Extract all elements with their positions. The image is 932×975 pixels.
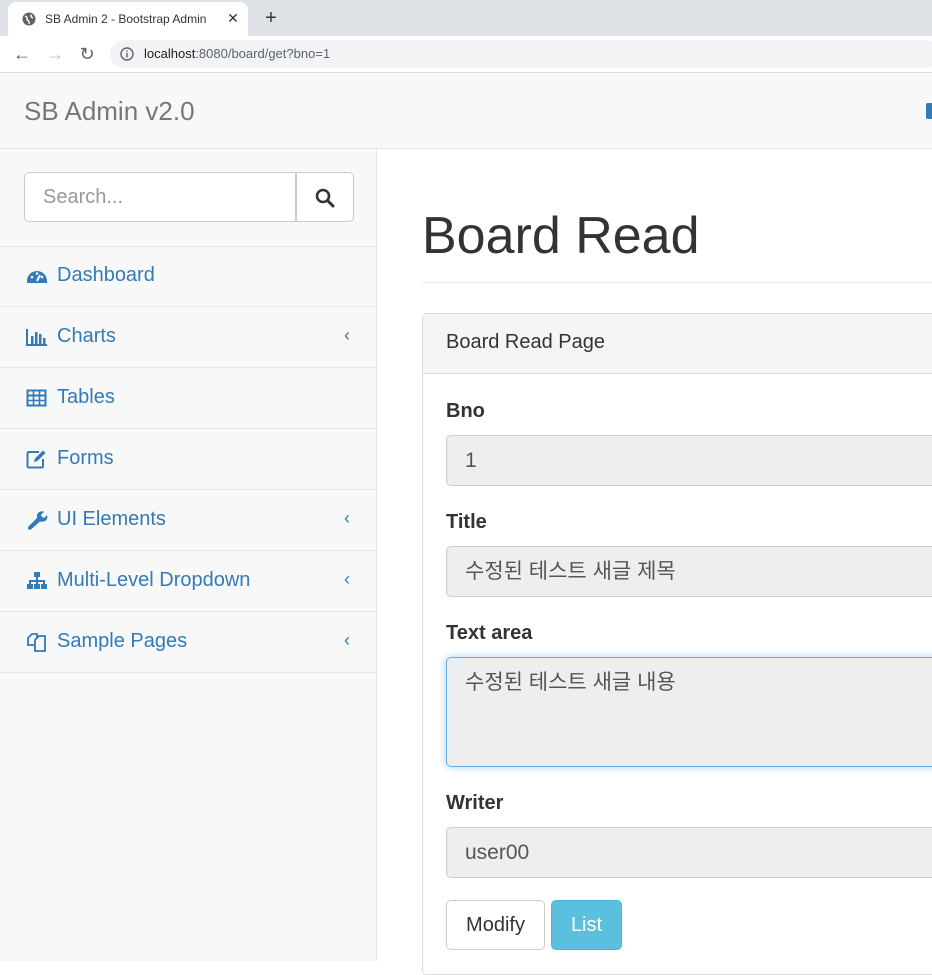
panel-heading: Board Read Page	[423, 314, 932, 374]
sidebar-item-label: Dashboard	[57, 264, 155, 286]
back-arrow-icon[interactable]: ←	[12, 44, 32, 64]
search-input[interactable]	[24, 172, 296, 222]
sidebar-item-sample-pages[interactable]: Sample Pages ‹	[0, 612, 376, 673]
tab-title: SB Admin 2 - Bootstrap Admin	[45, 12, 207, 26]
top-navbar: SB Admin v2.0	[0, 73, 932, 149]
close-tab-icon[interactable]: ✕	[226, 11, 240, 25]
title-label: Title	[446, 511, 487, 533]
address-bar[interactable]: localhost:8080/board/get?bno=1	[110, 40, 932, 68]
title-field[interactable]: 수정된 테스트 새글 제목	[446, 546, 932, 597]
envelope-icon[interactable]	[926, 103, 932, 119]
url-text: localhost:8080/board/get?bno=1	[144, 46, 330, 61]
writer-field[interactable]: user00	[446, 827, 932, 878]
browser-tab-strip: SB Admin 2 - Bootstrap Admin ✕ +	[0, 0, 932, 36]
reload-icon[interactable]: ↻	[77, 44, 97, 64]
edit-icon	[26, 450, 46, 469]
sidebar-item-multi-level-dropdown[interactable]: Multi-Level Dropdown ‹	[0, 551, 376, 612]
sidebar-item-ui-elements[interactable]: UI Elements ‹	[0, 490, 376, 551]
writer-label: Writer	[446, 792, 504, 814]
sidebar: Dashboard Charts ‹ Tables	[0, 149, 377, 961]
sidebar-item-charts[interactable]: Charts ‹	[0, 307, 376, 368]
page-wrapper: Board Read Board Read Page Bno 1 Title 수…	[377, 149, 932, 975]
bno-field[interactable]: 1	[446, 435, 932, 486]
globe-icon	[22, 12, 36, 26]
sidebar-item-forms[interactable]: Forms	[0, 429, 376, 490]
new-tab-icon[interactable]: +	[262, 8, 280, 28]
chevron-left-icon: ‹	[344, 569, 350, 589]
table-icon	[26, 389, 47, 407]
sidebar-item-label: Forms	[57, 447, 114, 469]
content-textarea[interactable]: 수정된 테스트 새글 내용	[446, 657, 932, 767]
url-path: :8080/board/get?bno=1	[195, 46, 331, 61]
board-read-panel: Board Read Page Bno 1 Title 수정된 테스트 새글 제…	[422, 313, 932, 975]
search-icon	[315, 188, 335, 208]
bar-chart-icon	[26, 329, 47, 346]
content-label: Text area	[446, 622, 533, 644]
sitemap-icon	[27, 572, 47, 589]
info-icon	[120, 47, 134, 61]
modify-button[interactable]: Modify	[446, 900, 545, 950]
sidebar-item-label: Tables	[57, 386, 115, 408]
sidebar-item-dashboard[interactable]: Dashboard	[0, 246, 376, 307]
dashboard-icon	[27, 271, 47, 283]
files-icon	[27, 633, 46, 652]
forward-arrow-icon[interactable]: →	[45, 44, 65, 64]
sidebar-item-label: Sample Pages	[57, 630, 188, 652]
sidebar-item-tables[interactable]: Tables	[0, 368, 376, 429]
url-host: localhost	[144, 46, 196, 61]
page-title: Board Read	[422, 207, 700, 265]
sidebar-search	[0, 149, 376, 247]
wrench-icon	[28, 511, 48, 530]
browser-toolbar: ← → ↻ localhost:8080/board/get?bno=1	[0, 36, 932, 73]
bno-label: Bno	[446, 400, 485, 422]
sidebar-item-label: Multi-Level Dropdown	[57, 569, 251, 591]
sidebar-item-label: UI Elements	[57, 508, 166, 530]
browser-tab[interactable]: SB Admin 2 - Bootstrap Admin ✕	[8, 2, 248, 36]
chevron-left-icon: ‹	[344, 508, 350, 528]
sidebar-menu: Dashboard Charts ‹ Tables Forms UI Eleme…	[0, 246, 376, 673]
divider	[422, 282, 932, 283]
list-button[interactable]: List	[551, 900, 622, 950]
search-button[interactable]	[296, 172, 354, 222]
sidebar-item-label: Charts	[57, 325, 116, 347]
brand-logo-text[interactable]: SB Admin v2.0	[24, 96, 195, 127]
chevron-left-icon: ‹	[344, 630, 350, 650]
chevron-left-icon: ‹	[344, 325, 350, 345]
